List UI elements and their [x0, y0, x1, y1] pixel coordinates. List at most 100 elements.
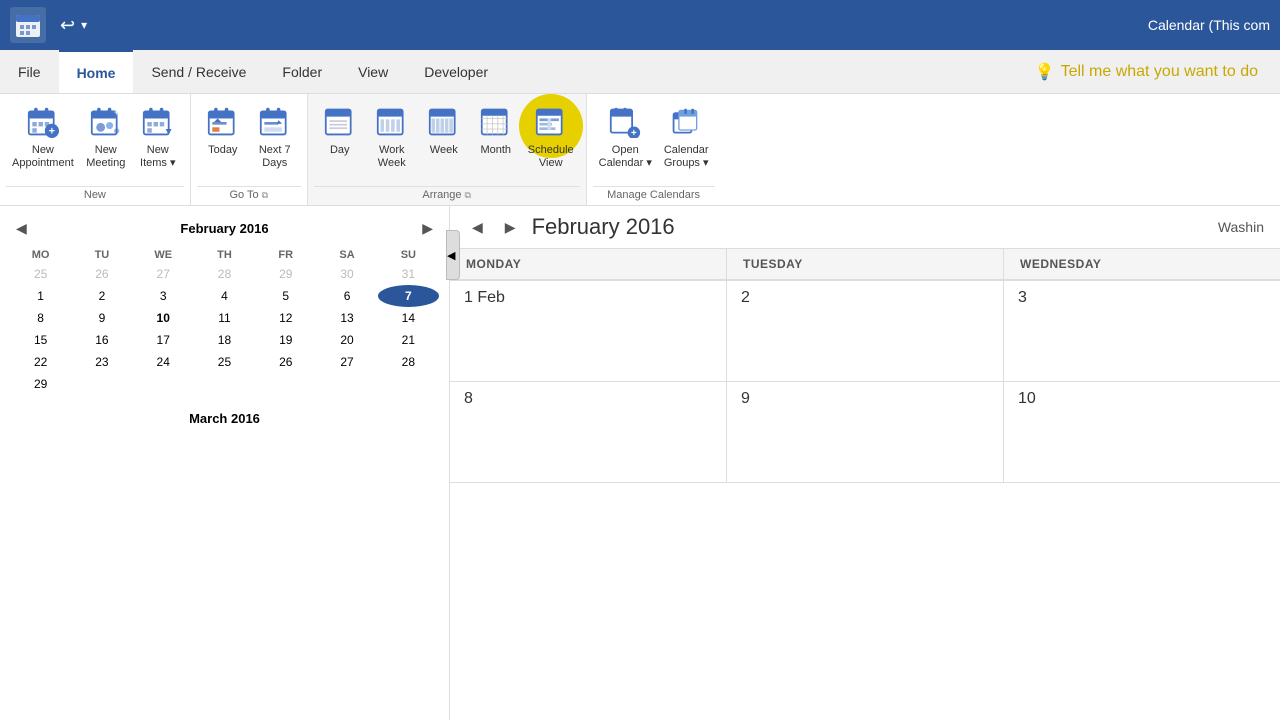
schedule-view-button[interactable]: ScheduleView: [522, 98, 580, 174]
new-items-icon: ▾: [138, 102, 178, 142]
month-button[interactable]: Month: [470, 98, 522, 161]
list-item[interactable]: 22: [10, 351, 71, 373]
list-item[interactable]: 10: [133, 307, 194, 329]
list-item[interactable]: 26: [255, 351, 316, 373]
list-item[interactable]: 8: [10, 307, 71, 329]
table-row: 22 23 24 25 26 27 28: [10, 351, 439, 373]
mini-cal-weekday-mo: MO: [10, 247, 71, 263]
list-item[interactable]: 28: [378, 351, 439, 373]
cal-cell-feb2[interactable]: 2: [727, 281, 1004, 381]
cal-cell-feb8[interactable]: 8: [450, 382, 727, 482]
list-item[interactable]: 31: [378, 263, 439, 285]
list-item[interactable]: 29: [255, 263, 316, 285]
list-item[interactable]: 30: [316, 263, 377, 285]
list-item: [71, 373, 132, 395]
list-item[interactable]: 17: [133, 329, 194, 351]
mini-cal-next-feb[interactable]: ▶: [416, 218, 439, 239]
cal-header: ◀ ▶ February 2016 Washin: [450, 206, 1280, 249]
cal-cell-feb1[interactable]: 1 Feb: [450, 281, 727, 381]
list-item[interactable]: 12: [255, 307, 316, 329]
mini-cal-weekday-su: SU: [378, 247, 439, 263]
new-meeting-button[interactable]: + NewMeeting: [80, 98, 132, 174]
calendar-groups-icon: [666, 102, 706, 142]
list-item[interactable]: 18: [194, 329, 255, 351]
today-button[interactable]: Today: [197, 98, 249, 161]
new-items-button[interactable]: ▾ NewItems ▾: [132, 98, 184, 174]
mini-cal-month-march: March 2016: [10, 407, 439, 434]
menu-developer[interactable]: Developer: [406, 50, 506, 93]
table-row: 8 9 10: [450, 382, 1280, 483]
next-7-days-icon: [255, 102, 295, 142]
list-item[interactable]: 3: [133, 285, 194, 307]
list-item-today[interactable]: 7: [378, 285, 439, 307]
week-icon: [424, 102, 464, 142]
cal-cell-feb9[interactable]: 9: [727, 382, 1004, 482]
list-item[interactable]: 4: [194, 285, 255, 307]
list-item[interactable]: 23: [71, 351, 132, 373]
undo-button[interactable]: ↩: [60, 15, 75, 36]
new-meeting-icon: +: [86, 102, 126, 142]
svg-text:+: +: [49, 125, 55, 137]
list-item[interactable]: 19: [255, 329, 316, 351]
cal-prev-button[interactable]: ◀: [466, 217, 489, 238]
week-button[interactable]: Week: [418, 98, 470, 161]
menu-file[interactable]: File: [0, 50, 59, 93]
cal-title: February 2016: [532, 214, 1208, 240]
cal-cell-feb10[interactable]: 10: [1004, 382, 1280, 482]
day-button[interactable]: Day: [314, 98, 366, 161]
quick-access-dropdown[interactable]: ▾: [81, 18, 87, 32]
list-item[interactable]: 20: [316, 329, 377, 351]
mini-cal-prev-feb[interactable]: ◀: [10, 218, 33, 239]
list-item[interactable]: 25: [10, 263, 71, 285]
sidebar: ◀ February 2016 ▶ MO TU WE TH FR SA SU: [0, 206, 450, 720]
list-item[interactable]: 24: [133, 351, 194, 373]
list-item[interactable]: 16: [71, 329, 132, 351]
list-item[interactable]: 25: [194, 351, 255, 373]
cal-cell-feb3[interactable]: 3: [1004, 281, 1280, 381]
list-item[interactable]: 1: [10, 285, 71, 307]
list-item[interactable]: 29: [10, 373, 71, 395]
list-item: [316, 373, 377, 395]
menu-folder[interactable]: Folder: [264, 50, 340, 93]
mini-cal-header-feb: ◀ February 2016 ▶: [10, 214, 439, 247]
cal-next-button[interactable]: ▶: [499, 217, 522, 238]
list-item[interactable]: 13: [316, 307, 377, 329]
expand-arrange-icon: ⧉: [465, 190, 471, 201]
list-item[interactable]: 14: [378, 307, 439, 329]
collapse-sidebar-button[interactable]: ◀: [450, 230, 460, 280]
cal-location: Washin: [1218, 219, 1264, 235]
open-calendar-button[interactable]: + OpenCalendar ▾: [593, 98, 658, 174]
list-item[interactable]: 27: [316, 351, 377, 373]
list-item[interactable]: 21: [378, 329, 439, 351]
mini-cal-weekday-th: TH: [194, 247, 255, 263]
list-item[interactable]: 28: [194, 263, 255, 285]
menu-view[interactable]: View: [340, 50, 406, 93]
mini-cal-weekday-tu: TU: [71, 247, 132, 263]
menu-send-receive[interactable]: Send / Receive: [133, 50, 264, 93]
new-appointment-icon: +: [23, 102, 63, 142]
mini-calendar-march-header: March 2016: [10, 407, 439, 434]
svg-text:▾: ▾: [165, 125, 172, 137]
list-item[interactable]: 6: [316, 285, 377, 307]
list-item[interactable]: 11: [194, 307, 255, 329]
list-item[interactable]: 27: [133, 263, 194, 285]
next-7-days-button[interactable]: Next 7Days: [249, 98, 301, 174]
main-calendar: ◀ ◀ ▶ February 2016 Washin MONDAY TUESDA…: [450, 206, 1280, 720]
new-appointment-button[interactable]: + NewAppointment: [6, 98, 80, 174]
app-title: Calendar (This com: [1148, 17, 1270, 33]
mini-cal-weekday-sa: SA: [316, 247, 377, 263]
list-item[interactable]: 26: [71, 263, 132, 285]
list-item[interactable]: 9: [71, 307, 132, 329]
list-item[interactable]: 5: [255, 285, 316, 307]
today-icon: [203, 102, 243, 142]
table-row: 15 16 17 18 19 20 21: [10, 329, 439, 351]
table-row: 25 26 27 28 29 30 31: [10, 263, 439, 285]
list-item: [378, 373, 439, 395]
list-item[interactable]: 15: [10, 329, 71, 351]
tell-me[interactable]: 💡 Tell me what you want to do: [1019, 50, 1280, 93]
menu-home[interactable]: Home: [59, 50, 134, 93]
main-layout: ◀ February 2016 ▶ MO TU WE TH FR SA SU: [0, 206, 1280, 720]
list-item[interactable]: 2: [71, 285, 132, 307]
calendar-groups-button[interactable]: CalendarGroups ▾: [658, 98, 715, 174]
work-week-button[interactable]: WorkWeek: [366, 98, 418, 174]
